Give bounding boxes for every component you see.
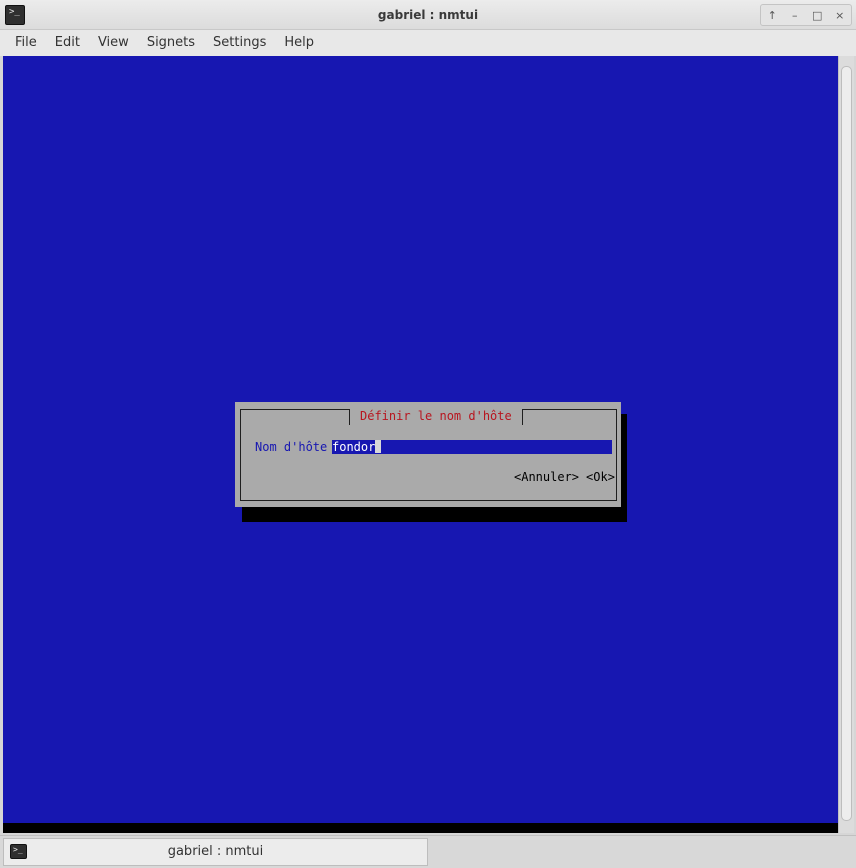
text-cursor (375, 440, 382, 453)
ok-button[interactable]: <Ok> (586, 470, 615, 485)
hostname-input[interactable]: fondor (332, 440, 612, 454)
close-button[interactable]: × (831, 6, 849, 24)
window-titlebar[interactable]: >_ gabriel : nmtui ↑ – □ × (0, 0, 856, 30)
hostname-value: fondor (332, 440, 376, 454)
menu-edit[interactable]: Edit (46, 30, 89, 56)
cancel-button[interactable]: <Annuler> (514, 470, 579, 485)
menu-help[interactable]: Help (275, 30, 323, 56)
dialog-buttons: <Annuler> <Ok> (514, 470, 615, 485)
dialog-frame: Définir le nom d'hôte Nom d'hôte fondor … (240, 409, 617, 501)
menubar: File Edit View Signets Settings Help (0, 30, 856, 56)
window-title: gabriel : nmtui (377, 8, 479, 22)
menu-signets[interactable]: Signets (138, 30, 204, 56)
dialog-title: Définir le nom d'hôte (349, 409, 523, 425)
hostname-label: Nom d'hôte (255, 440, 328, 454)
minimize-button[interactable]: – (786, 6, 804, 24)
hostname-dialog: Définir le nom d'hôte Nom d'hôte fondor … (235, 402, 621, 507)
menu-view[interactable]: View (89, 30, 138, 56)
menu-settings[interactable]: Settings (204, 30, 275, 56)
window-controls: ↑ – □ × (760, 4, 852, 26)
maximize-button[interactable]: □ (808, 6, 826, 24)
keep-above-button[interactable]: ↑ (763, 6, 781, 24)
terminal-scrollbar[interactable] (838, 56, 854, 833)
terminal-bottom-row (3, 823, 838, 833)
menu-file[interactable]: File (6, 30, 46, 56)
scrollbar-thumb[interactable] (841, 66, 852, 821)
taskbar-item-label: gabriel : nmtui (167, 844, 264, 859)
taskbar-item[interactable]: >_ gabriel : nmtui (3, 838, 428, 866)
taskbar: >_ gabriel : nmtui (0, 835, 856, 868)
